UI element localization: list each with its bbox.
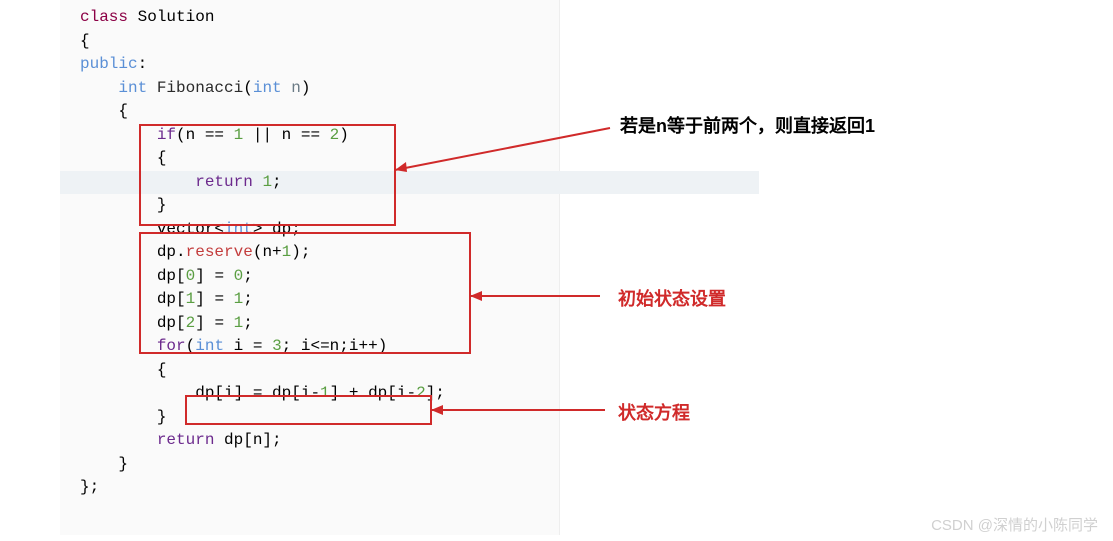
kw-public: public <box>80 55 138 73</box>
watermark: CSDN @深情的小陈同学 <box>931 514 1098 535</box>
annotation-top: 若是n等于前两个，则直接返回1 <box>620 112 875 138</box>
annotation-bot: 状态方程 <box>618 399 690 425</box>
kw-class: class <box>80 8 128 26</box>
code-block: class Solution { public: int Fibonacci(i… <box>60 0 560 535</box>
annotation-mid: 初始状态设置 <box>618 285 726 311</box>
